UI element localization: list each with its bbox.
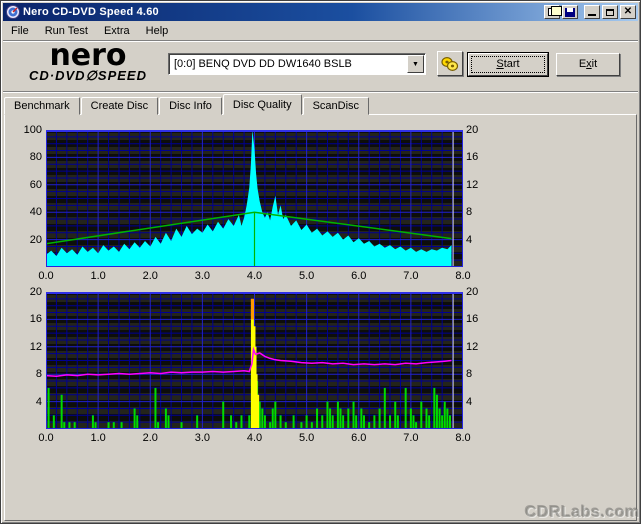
app-icon <box>6 5 20 19</box>
y-axis-right-tick: 12 <box>466 179 490 191</box>
pi-errors-chart: 10080604020201612840.01.02.03.04.05.06.0… <box>0 130 641 284</box>
y-axis-right-tick: 8 <box>466 206 490 218</box>
y-axis-right-tick: 4 <box>466 396 490 408</box>
x-axis-tick: 3.0 <box>188 270 216 282</box>
tab-benchmark[interactable]: Benchmark <box>4 97 80 115</box>
x-axis-tick: 4.0 <box>241 270 269 282</box>
y-axis-right-tick: 20 <box>466 286 490 298</box>
exit-button[interactable]: Exit <box>556 53 620 76</box>
maximize-icon <box>606 9 614 16</box>
pi-failures-chart: 20161284201612840.01.02.03.04.05.06.07.0… <box>0 292 641 446</box>
title-bar: Nero CD-DVD Speed 4.60 ✕ <box>3 3 638 21</box>
nero-logo: nero CD·DVD∅SPEED <box>14 44 162 84</box>
x-axis-tick: 6.0 <box>345 270 373 282</box>
x-axis-tick: 3.0 <box>188 432 216 444</box>
y-axis-right-tick: 4 <box>466 234 490 246</box>
x-axis-tick: 4.0 <box>241 432 269 444</box>
tab-disc-info[interactable]: Disc Info <box>159 97 222 115</box>
x-axis-tick: 7.0 <box>397 432 425 444</box>
drive-select[interactable]: [0:0] BENQ DVD DD DW1640 BSLB ▼ <box>168 53 426 75</box>
y-axis-left-tick: 80 <box>0 151 42 163</box>
start-button-accesskey: S <box>496 58 503 70</box>
copy-button[interactable] <box>544 5 560 19</box>
menu-item-extra[interactable]: Extra <box>96 23 138 39</box>
y-axis-left-tick: 20 <box>0 234 42 246</box>
close-button[interactable]: ✕ <box>620 5 636 19</box>
menu-item-file[interactable]: File <box>3 23 37 39</box>
y-axis-right-tick: 20 <box>466 124 490 136</box>
save-button[interactable] <box>562 5 578 19</box>
drive-select-value: [0:0] BENQ DVD DD DW1640 BSLB <box>169 58 407 70</box>
x-axis-tick: 5.0 <box>293 432 321 444</box>
drive-select-arrow[interactable]: ▼ <box>407 55 424 73</box>
chevron-down-icon: ▼ <box>412 61 419 68</box>
x-axis-tick: 7.0 <box>397 270 425 282</box>
x-axis-tick: 0.0 <box>32 270 60 282</box>
x-axis-tick: 1.0 <box>84 432 112 444</box>
start-button[interactable]: Start <box>468 53 548 76</box>
y-axis-left-tick: 8 <box>0 368 42 380</box>
x-axis-tick: 2.0 <box>136 270 164 282</box>
watermark: CDRLabs.com <box>525 504 640 522</box>
menu-item-run-test[interactable]: Run Test <box>37 23 96 39</box>
y-axis-right-tick: 16 <box>466 313 490 325</box>
close-icon: ✕ <box>624 7 632 17</box>
start-button-label-rest: tart <box>504 58 520 70</box>
tab-disc-quality[interactable]: Disc Quality <box>223 94 302 115</box>
x-axis-tick: 8.0 <box>449 432 477 444</box>
window-title: Nero CD-DVD Speed 4.60 <box>23 6 542 18</box>
divider <box>3 91 638 93</box>
cddvd-speed-logo-text: CD·DVD∅SPEED <box>14 68 162 84</box>
y-axis-right-tick: 16 <box>466 151 490 163</box>
y-axis-left-tick: 60 <box>0 179 42 191</box>
copy-icon <box>548 8 557 16</box>
y-axis-left-tick: 16 <box>0 313 42 325</box>
y-axis-left-tick: 40 <box>0 206 42 218</box>
y-axis-right-tick: 12 <box>466 341 490 353</box>
y-axis-left-tick: 4 <box>0 396 42 408</box>
tab-strip: Benchmark Create Disc Disc Info Disc Qua… <box>4 96 370 115</box>
x-axis-tick: 8.0 <box>449 270 477 282</box>
tab-create-disc[interactable]: Create Disc <box>81 97 158 115</box>
drive-settings-icon <box>441 56 459 72</box>
minimize-button[interactable] <box>584 5 600 19</box>
maximize-button[interactable] <box>602 5 618 19</box>
nero-logo-text: nero <box>14 44 162 68</box>
x-axis-tick: 0.0 <box>32 432 60 444</box>
minimize-icon <box>588 14 596 16</box>
exit-button-label-rest: it <box>592 58 598 70</box>
y-axis-left-tick: 12 <box>0 341 42 353</box>
x-axis-tick: 2.0 <box>136 432 164 444</box>
y-axis-left-tick: 100 <box>0 124 42 136</box>
x-axis-tick: 1.0 <box>84 270 112 282</box>
y-axis-left-tick: 20 <box>0 286 42 298</box>
drive-settings-button[interactable] <box>437 51 463 76</box>
x-axis-tick: 5.0 <box>293 270 321 282</box>
save-icon <box>565 8 575 17</box>
menu-item-help[interactable]: Help <box>138 23 177 39</box>
x-axis-tick: 6.0 <box>345 432 373 444</box>
y-axis-right-tick: 8 <box>466 368 490 380</box>
tab-scandisc[interactable]: ScanDisc <box>303 97 369 115</box>
